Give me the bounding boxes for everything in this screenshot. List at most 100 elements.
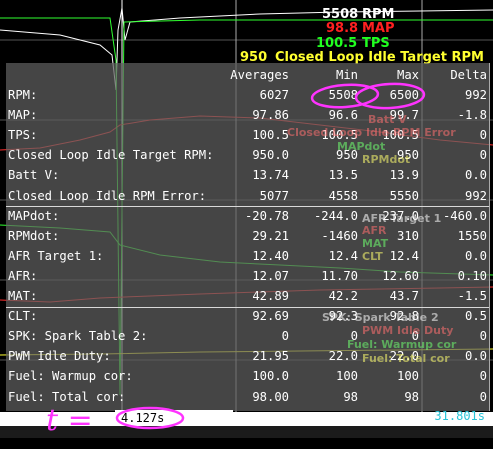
stat-delta: 992: [464, 188, 487, 203]
stat-delta: 1550: [457, 228, 487, 243]
stats-row: MAT: 42.89 42.2 43.7 -1.5: [6, 286, 489, 306]
stat-label: SPK: Spark Table 2:: [8, 329, 148, 344]
stat-average: 29.21: [252, 228, 289, 243]
stat-min: 4558: [328, 188, 358, 203]
stat-average: -20.78: [244, 208, 289, 223]
stat-min: -1460: [321, 228, 358, 243]
section-divider: [6, 206, 489, 207]
stat-max: 100: [396, 369, 419, 384]
stat-label: AFR Target 1:: [8, 248, 104, 263]
stat-delta: 0.0: [464, 349, 487, 364]
column-header-max: Max: [396, 68, 419, 82]
stat-max: 43.7: [389, 289, 419, 303]
stat-label: AFR:: [8, 268, 38, 283]
stats-row: Fuel: Total cor: 98.00 98 98 0: [6, 387, 489, 407]
stat-label: RPM:: [8, 88, 38, 102]
stats-row: Fuel: Warmup cor: 100.0 100 100 0: [6, 366, 489, 386]
stat-max: 98: [404, 389, 419, 404]
stat-label: Closed Loop Idle Target RPM:: [8, 148, 214, 163]
column-header-averages: Averages: [230, 68, 289, 82]
stat-min: 5508: [328, 88, 358, 102]
stat-delta: 0.0: [464, 248, 487, 263]
stat-min: -244.0: [313, 208, 358, 223]
stats-row: MAP: 97.86 96.6 99.7 -1.8: [6, 105, 489, 125]
stat-label: Batt V:: [8, 168, 60, 183]
overlay-label-total: Fuel: Total cor: [362, 352, 450, 365]
stats-row: AFR: 12.07 11.70 12.60 0.10: [6, 266, 489, 286]
stat-average: 0: [281, 329, 289, 344]
stat-min: 13.5: [328, 168, 358, 183]
stat-delta: 992: [464, 88, 487, 102]
overlay-label-pwm: PWM Idle Duty: [362, 324, 454, 337]
overlay-label-afr: AFR: [362, 224, 387, 237]
stat-average: 100.5: [252, 128, 289, 143]
stat-label: MAP:: [8, 108, 38, 123]
overlay-label-warmup: Fuel: Warmup cor: [347, 338, 457, 351]
header-tps-value: 100.5: [316, 36, 358, 51]
stat-max: 5550: [389, 188, 419, 203]
column-header-delta: Delta: [450, 68, 487, 82]
stat-average: 98.00: [252, 389, 289, 404]
stat-delta: 0: [479, 389, 487, 404]
stat-label: TPS:: [8, 128, 38, 143]
stat-label: PWM Idle Duty:: [8, 349, 111, 364]
stat-delta: -1.5: [457, 289, 487, 303]
header-tps-label: TPS: [362, 36, 390, 51]
stat-label: RPMdot:: [8, 228, 60, 243]
stat-max: 12.60: [382, 268, 419, 283]
horizontal-scrollbar[interactable]: [0, 426, 493, 438]
stat-min: 100: [335, 369, 358, 384]
stat-average: 12.40: [252, 248, 289, 263]
overlay-label-rpm-error: Closed Loop Idle RPM Error: [287, 126, 456, 139]
stat-min: 22.0: [328, 349, 358, 364]
stat-label: MAT:: [8, 289, 38, 303]
overlay-label-mapdot: MAPdot: [337, 140, 386, 153]
stat-average: 13.74: [252, 168, 289, 183]
stats-row: AFR Target 1: 12.40 12.4 12.4 0.0: [6, 246, 489, 266]
stat-average: 97.86: [252, 108, 289, 123]
stat-label: Closed Loop Idle RPM Error:: [8, 188, 207, 203]
stats-row: RPM: 6027 5508 6500 992: [6, 85, 489, 105]
stat-average: 12.07: [252, 268, 289, 283]
overlay-label-spk: SPK: Spark Table 2: [322, 311, 439, 324]
stat-label: Fuel: Warmup cor:: [8, 369, 133, 384]
overlay-label-rpmdot: RPMdot: [362, 153, 411, 166]
stat-delta: 0.0: [464, 168, 487, 183]
column-header-min: Min: [335, 68, 358, 82]
stat-average: 950.0: [252, 148, 289, 163]
stat-average: 21.95: [252, 349, 289, 364]
header-map-value: 98.8: [326, 21, 359, 36]
stat-min: 98: [343, 389, 358, 404]
header-rpm-value: 5508: [322, 7, 359, 22]
section-divider: [6, 307, 489, 308]
stats-row: Closed Loop Idle Target RPM: 950.0 950 950 0: [6, 145, 489, 165]
stat-min: 96.6: [328, 108, 358, 123]
stat-delta: 0: [479, 369, 487, 384]
stat-max: 310: [396, 228, 419, 243]
stat-delta: -460.0: [442, 208, 487, 223]
stats-row: RPMdot: 29.21 -1460 310 1550: [6, 226, 489, 246]
stat-delta: -1.8: [457, 108, 487, 123]
stats-row: Batt V: 13.74 13.5 13.9 0.0: [6, 165, 489, 185]
stat-delta: 0.10: [457, 268, 487, 283]
stat-min: 12.4: [328, 248, 358, 263]
stat-delta: 0: [479, 128, 487, 143]
stat-label: MAPdot:: [8, 208, 60, 223]
overlay-label-clt: CLT: [362, 250, 383, 263]
stat-delta: 0: [479, 148, 487, 163]
overlay-label-batt-v: Batt V: [368, 113, 407, 126]
stat-max: 13.9: [389, 168, 419, 183]
end-time-label: 31.801s: [434, 409, 485, 423]
stat-average: 100.0: [252, 369, 289, 384]
header-rpm-label: RPM: [362, 7, 395, 22]
stat-max: 12.4: [389, 248, 419, 263]
stat-average: 42.89: [252, 289, 289, 303]
stat-delta: 0.5: [464, 309, 487, 324]
stat-average: 92.69: [252, 309, 289, 324]
stat-label: CLT:: [8, 309, 38, 324]
cursor-time-field[interactable]: 4.127s: [115, 410, 233, 426]
header-map-label: MAP: [362, 21, 395, 36]
stat-min: 11.70: [321, 268, 358, 283]
stat-average: 6027: [259, 88, 289, 102]
stat-label: Fuel: Total cor:: [8, 389, 126, 404]
